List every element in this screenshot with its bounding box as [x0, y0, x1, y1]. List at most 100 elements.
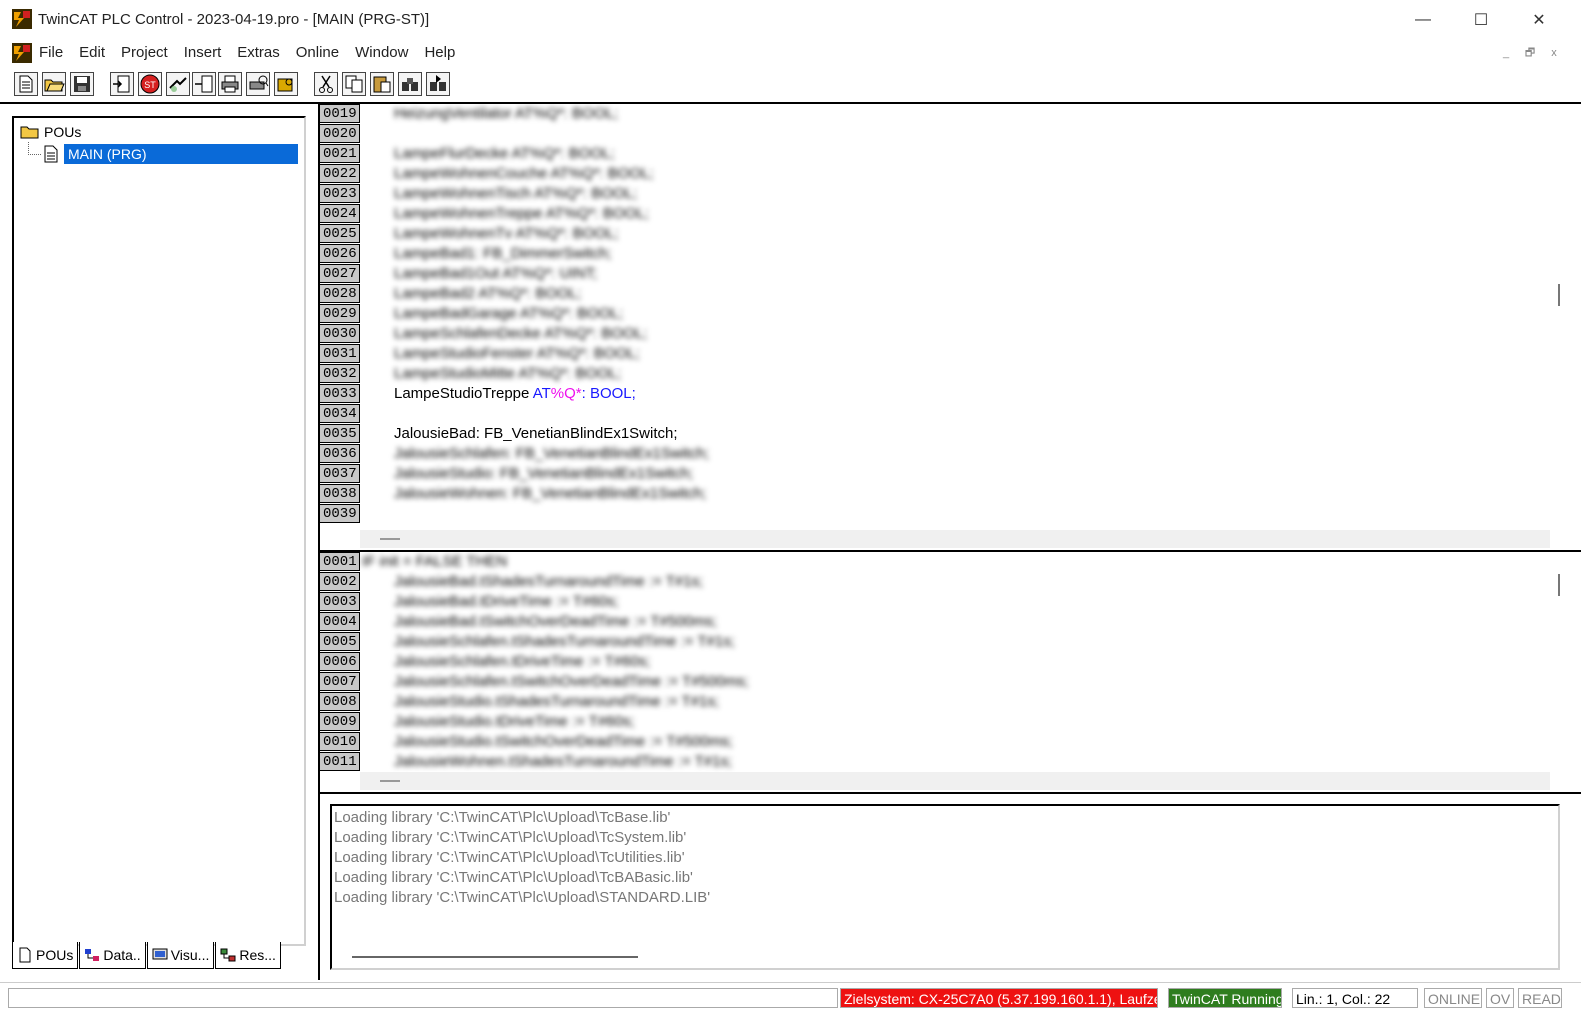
mdi-minimize-button[interactable]: _	[1498, 46, 1514, 60]
new-file-button[interactable]	[14, 72, 38, 96]
copy-button[interactable]	[342, 72, 366, 96]
menu-insert[interactable]: Insert	[184, 44, 222, 61]
message-window: Loading library 'C:\TwinCAT\Plc\Upload\T…	[330, 804, 1560, 970]
code-text: JalousieStudio.tDriveTime := T#60s;	[394, 713, 635, 730]
message-horizontal-scrollbar[interactable]	[352, 956, 638, 958]
tab-resources[interactable]: Res...	[215, 942, 281, 969]
code-text: LampeBad2 AT%Q*: BOOL;	[394, 285, 582, 302]
declaration-code: HeizungVentilator AT%Q*: BOOL; LampeFlurD…	[362, 104, 1570, 524]
line-number: 0003	[320, 592, 360, 611]
body-editor[interactable]: 0001 0002 0003 0004 0005 0006 0007 0008 0009 0010…	[320, 552, 1570, 772]
window-title: TwinCAT PLC Control - 2023-04-19.pro - […	[38, 11, 430, 28]
tab-visualizations[interactable]: Visu...	[146, 942, 215, 969]
status-read: READ	[1518, 988, 1562, 1008]
scroll-thumb[interactable]	[380, 538, 400, 540]
declaration-horizontal-scrollbar[interactable]	[360, 530, 1550, 548]
svg-text:ST: ST	[144, 80, 156, 90]
line-number: 0029	[320, 304, 360, 323]
cut-button[interactable]	[314, 72, 338, 96]
save-button[interactable]	[70, 72, 94, 96]
code-text: JalousieSchlafen.tShadesTurnaroundTime :…	[394, 633, 735, 650]
menu-window[interactable]: Window	[355, 44, 408, 61]
menu-bar: File Edit Project Insert Extras Online W…	[0, 40, 1581, 66]
run-button[interactable]	[166, 72, 190, 96]
code-type: : BOOL;	[581, 385, 636, 402]
code-text: IF init = FALSE THEN	[362, 553, 508, 570]
line-number: 0004	[320, 612, 360, 631]
menu-project[interactable]: Project	[121, 44, 168, 61]
status-online: ONLINE	[1424, 988, 1482, 1008]
code-text: LampeBad1Out AT%Q*: UINT;	[394, 265, 598, 282]
document-icon	[19, 947, 31, 963]
document-icon	[44, 145, 58, 163]
print-preview-button[interactable]	[246, 72, 270, 96]
body-horizontal-scrollbar[interactable]	[360, 772, 1550, 790]
tree-node-main[interactable]: MAIN (PRG)	[42, 144, 298, 164]
tab-data-types[interactable]: Data..	[79, 942, 146, 969]
line-number: 0023	[320, 184, 360, 203]
tree-node-label-selected: MAIN (PRG)	[64, 144, 298, 164]
message-line: Loading library 'C:\TwinCAT\Plc\Upload\S…	[334, 889, 711, 906]
visualization-icon	[152, 948, 168, 960]
code-text: JalousieBad.tSwitchOverDeadTime := T#500…	[394, 613, 718, 630]
line-number: 0028	[320, 284, 360, 303]
code-text: JalousieSchlafen.tDriveTime := T#60s;	[394, 653, 651, 670]
declaration-vertical-scrollbar[interactable]	[1558, 284, 1560, 306]
line-number: 0032	[320, 364, 360, 383]
close-button[interactable]: ✕	[1510, 0, 1568, 40]
find-next-icon	[430, 75, 446, 91]
step-button[interactable]	[192, 72, 216, 96]
code-text: JalousieWohnen: FB_VenetianBlindEx1Switc…	[394, 485, 707, 502]
menu-edit[interactable]: Edit	[79, 44, 105, 61]
logout-button[interactable]	[274, 72, 298, 96]
code-line: LampeStudioTreppe AT%Q*: BOOL;	[362, 384, 1570, 404]
scroll-thumb[interactable]	[380, 780, 400, 782]
code-text: LampeStudioMitte AT%Q*: BOOL;	[394, 365, 622, 382]
find-next-button[interactable]	[426, 72, 450, 96]
mdi-close-button[interactable]: x	[1546, 46, 1562, 60]
line-number: 0009	[320, 712, 360, 731]
minimize-button[interactable]: —	[1394, 0, 1452, 40]
tab-label: Res...	[239, 947, 276, 963]
tree-node-pous[interactable]: POUs	[20, 124, 81, 140]
mdi-restore-button[interactable]: 🗗	[1522, 46, 1538, 60]
messages-splitter[interactable]	[320, 792, 1581, 794]
document-system-menu-icon[interactable]	[12, 43, 32, 63]
folder-icon	[20, 126, 39, 139]
code-line: LampeSchlafenDecke AT%Q*: BOOL;	[362, 324, 1570, 344]
body-vertical-scrollbar[interactable]	[1558, 574, 1560, 596]
maximize-button[interactable]: ☐	[1452, 0, 1510, 40]
line-number: 0039	[320, 504, 360, 523]
code-line: JalousieSchlafen.tDriveTime := T#60s;	[362, 652, 1570, 672]
status-bar: Zielsystem: CX-25C7A0 (5.37.199.160.1.1)…	[0, 982, 1581, 1021]
paste-button[interactable]	[370, 72, 394, 96]
line-number: 0024	[320, 204, 360, 223]
tab-pous[interactable]: POUs	[12, 942, 79, 969]
code-line: JalousieBad.tSwitchOverDeadTime := T#500…	[362, 612, 1570, 632]
menu-online[interactable]: Online	[296, 44, 339, 61]
clipboard-icon	[373, 76, 391, 93]
open-file-button[interactable]	[42, 72, 66, 96]
code-line: JalousieStudio.tShadesTurnaroundTime := …	[362, 692, 1570, 712]
binoculars-icon	[402, 78, 418, 91]
code-text: JalousieBad.tShadesTurnaroundTime := T#1…	[394, 573, 704, 590]
code-line: LampeFlurDecke AT%Q*: BOOL;	[362, 144, 1570, 164]
print-button[interactable]	[218, 72, 242, 96]
code-line: JalousieBad.tShadesTurnaroundTime := T#1…	[362, 572, 1570, 592]
menu-file[interactable]: File	[39, 44, 63, 61]
code-text: JalousieStudio.tShadesTurnaroundTime := …	[394, 693, 720, 710]
login-button[interactable]	[110, 72, 134, 96]
login-icon	[113, 75, 130, 93]
find-button[interactable]	[398, 72, 422, 96]
code-line: JalousieWohnen: FB_VenetianBlindEx1Switc…	[362, 484, 1570, 504]
line-number: 0030	[320, 324, 360, 343]
menu-extras[interactable]: Extras	[237, 44, 280, 61]
menu-help[interactable]: Help	[424, 44, 455, 61]
declaration-editor[interactable]: 0019 0020 0021 0022 0023 0024 0025 0026 0027 0028…	[320, 104, 1570, 530]
stop-button[interactable]: ST	[138, 72, 162, 96]
code-text: LampeWohnenCouche AT%Q*: BOOL;	[394, 165, 654, 182]
floppy-disk-icon	[74, 76, 90, 92]
code-text: LampeBad1: FB_DimmerSwitch;	[394, 245, 612, 262]
data-types-icon	[85, 949, 100, 961]
